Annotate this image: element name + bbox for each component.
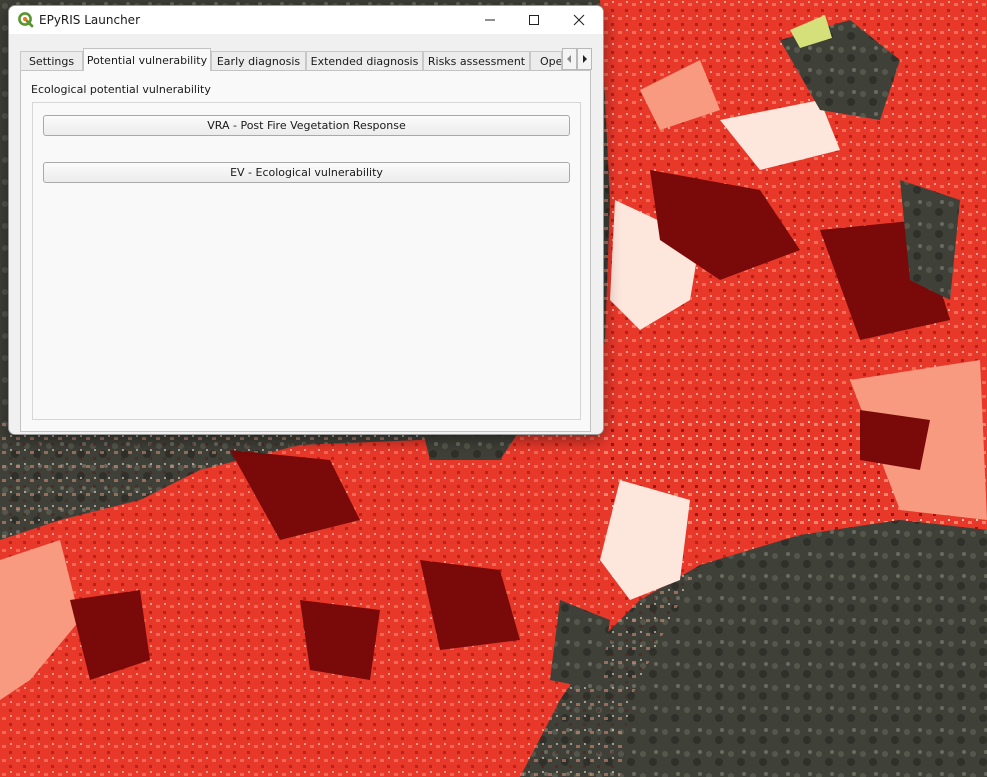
tab-scroll-left-button[interactable] bbox=[562, 48, 577, 70]
minimize-icon bbox=[485, 19, 495, 21]
minimize-button[interactable] bbox=[467, 6, 513, 34]
qgis-icon bbox=[18, 12, 34, 28]
ev-button[interactable]: EV - Ecological vulnerability bbox=[43, 162, 570, 183]
close-button[interactable] bbox=[556, 6, 602, 34]
vra-button[interactable]: VRA - Post Fire Vegetation Response bbox=[43, 115, 570, 136]
chevron-left-icon bbox=[567, 55, 571, 63]
tab-potential-vulnerability[interactable]: Potential vulnerability bbox=[83, 48, 211, 71]
maximize-button[interactable] bbox=[511, 6, 557, 34]
close-icon bbox=[573, 14, 585, 26]
tab-label: Settings bbox=[28, 54, 75, 68]
tab-settings[interactable]: Settings bbox=[20, 51, 83, 70]
tab-extended-diagnosis[interactable]: Extended diagnosis bbox=[306, 51, 423, 70]
chevron-right-icon bbox=[583, 55, 587, 63]
tab-label: Potential vulnerability bbox=[86, 53, 208, 67]
section-label: Ecological potential vulnerability bbox=[31, 83, 211, 96]
tab-panel-potential-vulnerability: Ecological potential vulnerability VRA -… bbox=[20, 70, 591, 432]
title-bar[interactable]: EPyRIS Launcher bbox=[9, 6, 603, 34]
dialog-body: Settings Potential vulnerability Early d… bbox=[9, 34, 603, 434]
tab-label: Extended diagnosis bbox=[310, 54, 419, 68]
tab-early-diagnosis[interactable]: Early diagnosis bbox=[211, 51, 306, 70]
epyris-launcher-window: EPyRIS Launcher Settings Potential vulne… bbox=[8, 5, 604, 435]
maximize-icon bbox=[529, 15, 539, 25]
tab-label: Early diagnosis bbox=[216, 54, 301, 68]
window-title: EPyRIS Launcher bbox=[39, 13, 140, 27]
tab-risks-assessment[interactable]: Risks assessment bbox=[423, 51, 530, 70]
tab-bar: Settings Potential vulnerability Early d… bbox=[20, 48, 592, 71]
vulnerability-group: VRA - Post Fire Vegetation Response EV -… bbox=[32, 102, 581, 420]
tab-scroll-right-button[interactable] bbox=[577, 48, 592, 70]
tab-label: Oper bbox=[540, 54, 562, 68]
tab-label: Risks assessment bbox=[427, 54, 526, 68]
tab-oper[interactable]: Oper bbox=[530, 51, 562, 70]
